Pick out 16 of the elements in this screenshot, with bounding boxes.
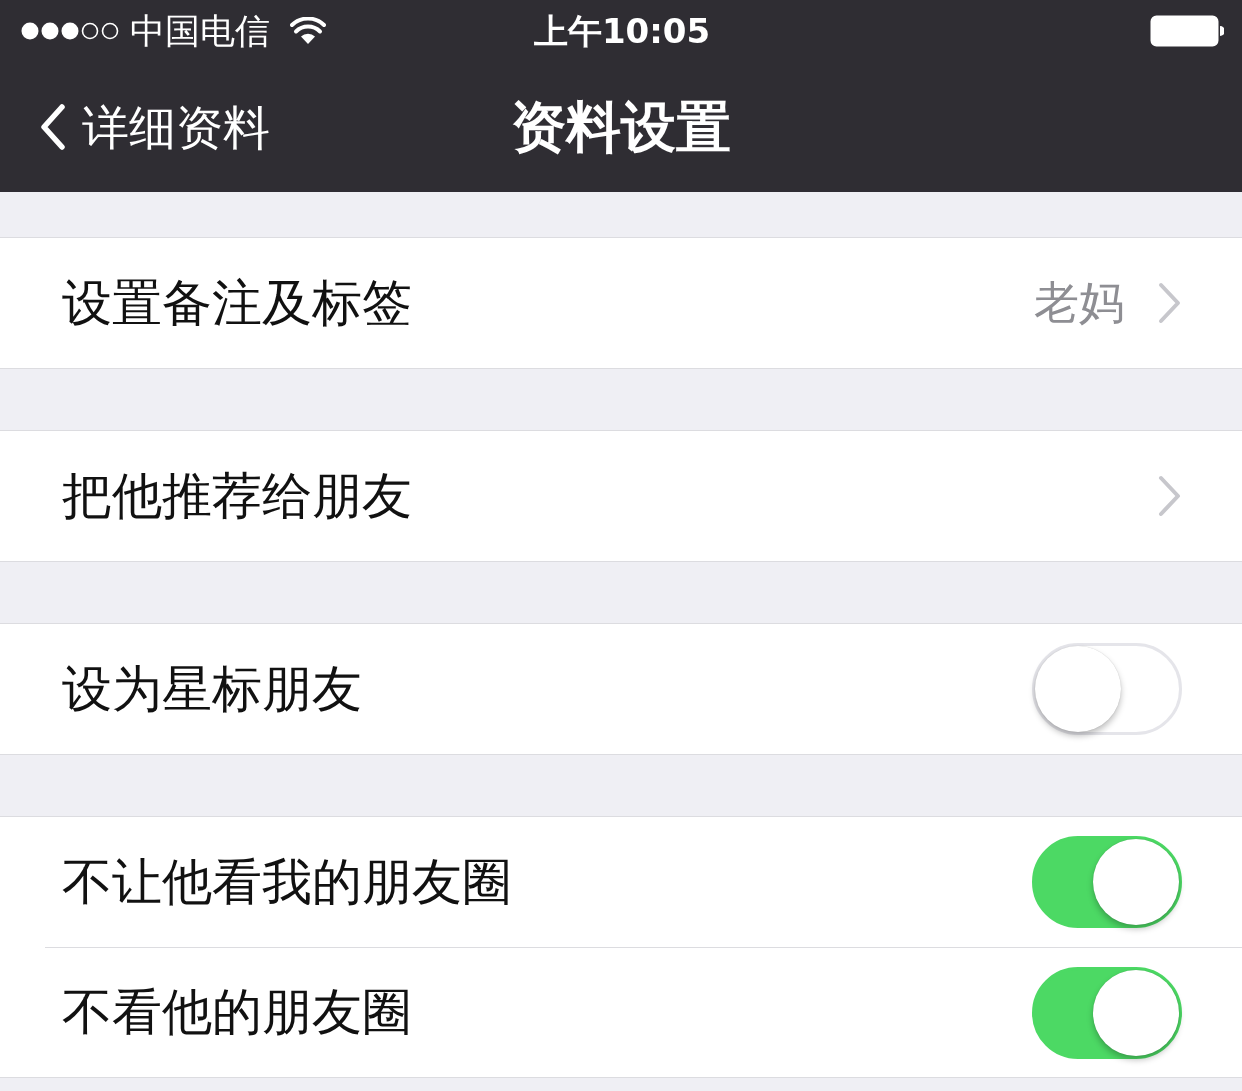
signal-icon bbox=[20, 21, 120, 41]
row-value: 老妈 bbox=[1034, 278, 1124, 328]
chevron-icon bbox=[1158, 282, 1182, 324]
battery-icon bbox=[1150, 15, 1224, 47]
row-label: 设置备注及标签 bbox=[62, 275, 412, 331]
back-button[interactable]: 详细资料 bbox=[40, 103, 270, 151]
carrier-name: 中国电信 bbox=[130, 13, 270, 49]
screen-title: 资料设置 bbox=[511, 99, 731, 155]
row-label: 不看他的朋友圈 bbox=[62, 985, 412, 1040]
wifi-icon bbox=[290, 17, 326, 45]
status-time: 上午10:05 bbox=[533, 14, 711, 48]
row-label: 不让他看我的朋友圈 bbox=[62, 854, 512, 910]
row-label: 设为星标朋友 bbox=[62, 661, 362, 717]
row-label: 把他推荐给朋友 bbox=[62, 468, 412, 524]
back-chevron-icon bbox=[40, 104, 66, 150]
chevron-icon bbox=[1158, 475, 1182, 517]
